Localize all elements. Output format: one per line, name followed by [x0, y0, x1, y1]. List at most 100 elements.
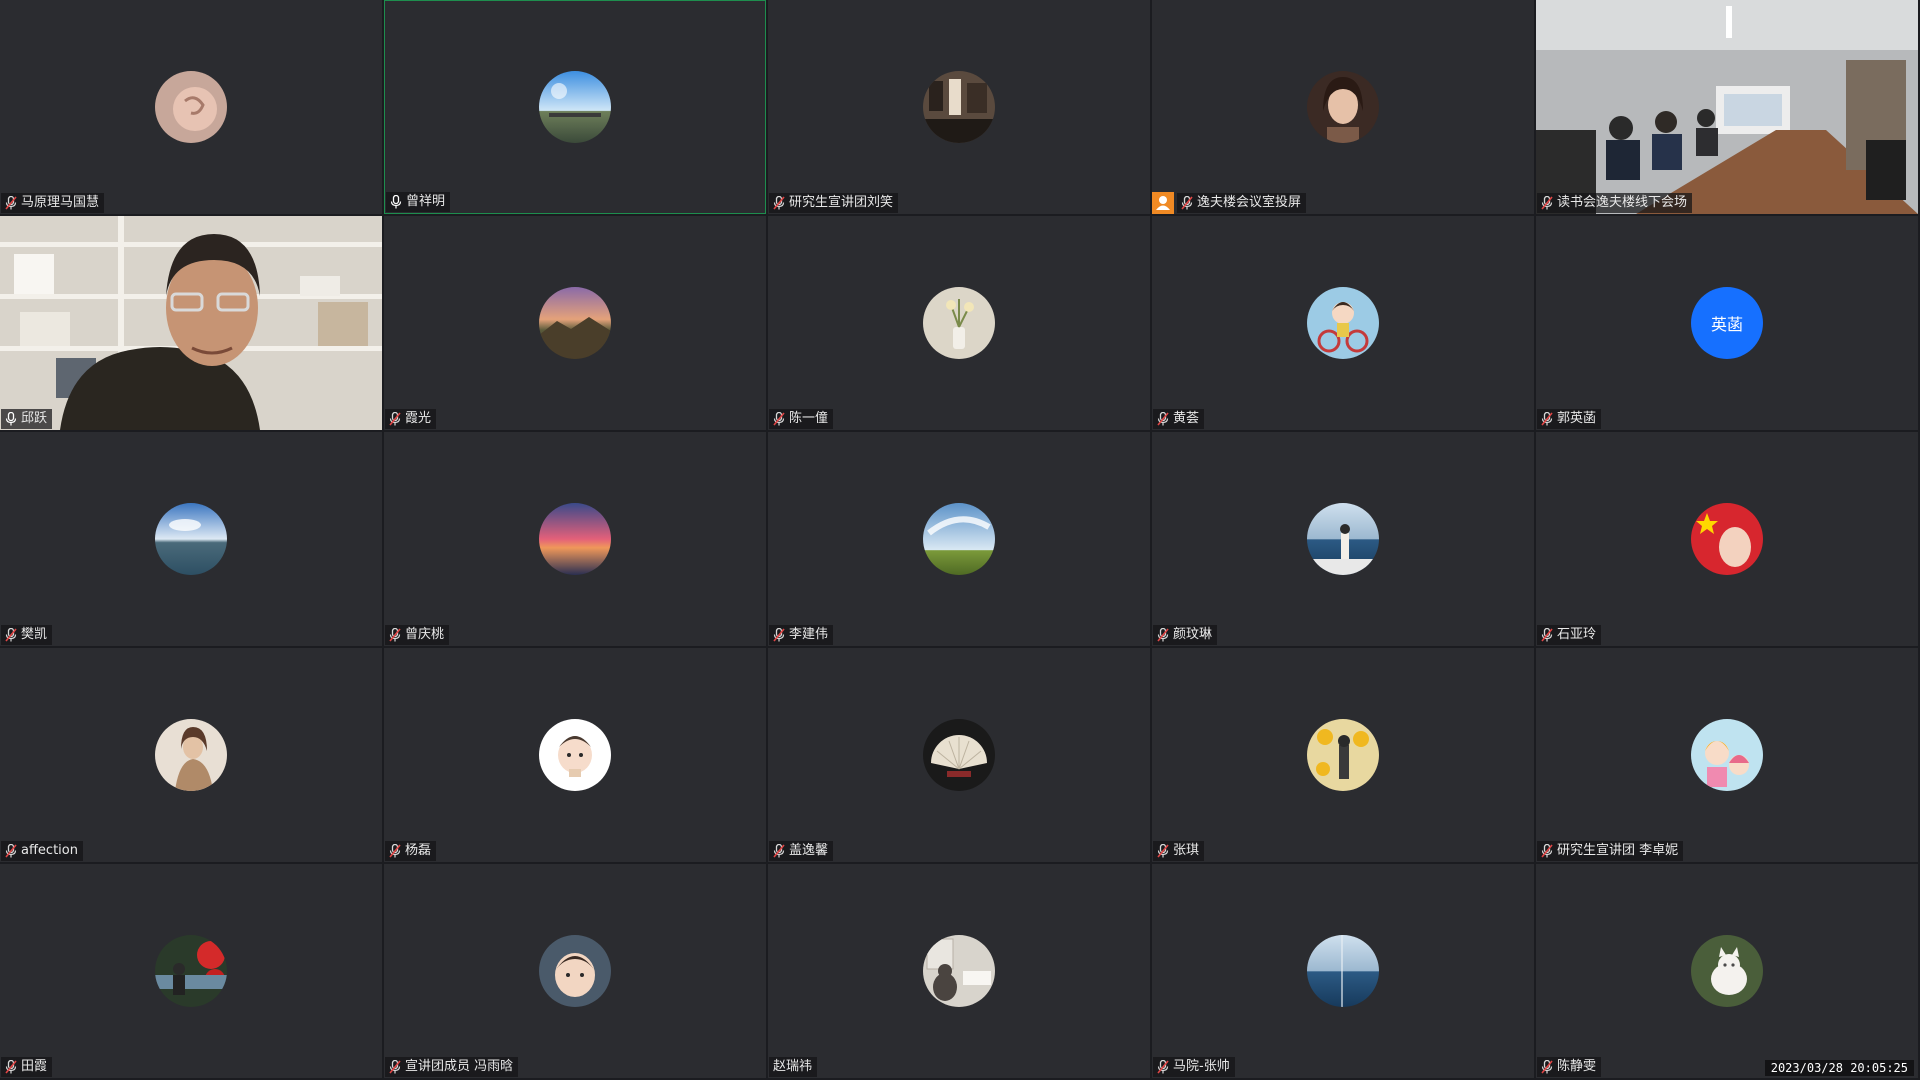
mic-muted-icon[interactable]: [5, 1059, 17, 1074]
mic-muted-icon[interactable]: [1541, 411, 1553, 426]
participant-name: 黄荟: [1173, 411, 1200, 426]
participant-tile[interactable]: 英菡郭英菡: [1536, 216, 1918, 430]
participant-tile[interactable]: 颜玟琳: [1152, 432, 1534, 646]
mic-muted-icon[interactable]: [5, 627, 17, 642]
participant-name: 陈静雯: [1557, 1059, 1597, 1074]
mic-icon[interactable]: [390, 194, 402, 209]
participant-name-tag: 邱跃: [1, 409, 53, 429]
participant-name: 田霞: [21, 1059, 48, 1074]
sunflower-girl-avatar: [1307, 719, 1379, 791]
cat-window-avatar: [923, 935, 995, 1007]
mic-muted-icon[interactable]: [5, 195, 17, 210]
cafe-scene-avatar: [923, 71, 995, 143]
participant-name: 陈一僮: [789, 411, 829, 426]
mic-muted-icon[interactable]: [389, 411, 401, 426]
conference-room-video: [1536, 0, 1918, 214]
mic-muted-icon[interactable]: [1541, 627, 1553, 642]
mic-muted-icon[interactable]: [773, 411, 785, 426]
participant-tile[interactable]: 曾祥明: [384, 0, 766, 214]
participant-name: 郭英菡: [1557, 411, 1597, 426]
participant-tile[interactable]: 读书会逸夫楼线下会场: [1536, 0, 1918, 214]
participant-tile[interactable]: 邱跃: [0, 216, 382, 430]
mic-muted-icon[interactable]: [1541, 1059, 1553, 1074]
participant-name-tag: 郭英菡: [1537, 409, 1602, 429]
portrait-ear-avatar: [155, 71, 227, 143]
participant-tile[interactable]: 田霞: [0, 864, 382, 1078]
participant-tile[interactable]: 逸夫楼会议室投屏: [1152, 0, 1534, 214]
participant-name-tag: 李建伟: [769, 625, 834, 645]
mic-muted-icon[interactable]: [773, 843, 785, 858]
flag-face-avatar: [1691, 503, 1763, 575]
mic-muted-icon[interactable]: [1181, 195, 1193, 210]
participant-tile[interactable]: 陈静雯: [1536, 864, 1918, 1078]
participant-tile[interactable]: 曾庆桃: [384, 432, 766, 646]
mic-muted-icon[interactable]: [773, 627, 785, 642]
participant-tile[interactable]: 研究生宣讲团刘笑: [768, 0, 1150, 214]
participant-name: 石亚玲: [1557, 627, 1597, 642]
mic-muted-icon[interactable]: [5, 843, 17, 858]
participant-name-tag: 樊凯: [1, 625, 53, 645]
text-avatar: 英菡: [1691, 287, 1763, 359]
mic-muted-icon[interactable]: [389, 627, 401, 642]
mic-icon[interactable]: [5, 411, 17, 426]
participant-tile[interactable]: 石亚玲: [1536, 432, 1918, 646]
beach-sky-avatar: [539, 71, 611, 143]
meeting-timestamp: 2023/03/28 20:05:25: [1764, 1060, 1914, 1076]
participant-tile[interactable]: 陈一僮: [768, 216, 1150, 430]
mic-muted-icon[interactable]: [1157, 843, 1169, 858]
participant-name: 张琪: [1173, 843, 1200, 858]
fan-art-avatar: [923, 719, 995, 791]
participant-name: 杨磊: [405, 843, 432, 858]
participant-tile[interactable]: 张琪: [1152, 648, 1534, 862]
woman-portrait-avatar: [1307, 71, 1379, 143]
participant-name-tag: 曾庆桃: [385, 625, 450, 645]
cartoon-girls-avatar: [1691, 719, 1763, 791]
participant-tile[interactable]: 樊凯: [0, 432, 382, 646]
sunset-sea-avatar: [539, 503, 611, 575]
participant-tile[interactable]: 黄荟: [1152, 216, 1534, 430]
participant-name-tag: 石亚玲: [1537, 625, 1602, 645]
participant-name: 宣讲团成员 冯雨晗: [405, 1059, 514, 1074]
participant-name-tag: 研究生宣讲团 李卓妮: [1537, 841, 1684, 861]
mic-muted-icon[interactable]: [1541, 843, 1553, 858]
participant-name: 霞光: [405, 411, 432, 426]
participant-name-tag: 陈一僮: [769, 409, 834, 429]
participant-grid: 马原理马国慧 曾祥明 研究生宣讲团刘笑 逸夫楼会议室投屏 读书会逸夫楼线下会场 邱跃 霞光陈…: [0, 0, 1920, 1080]
lake-sky-avatar: [155, 503, 227, 575]
participant-tile[interactable]: 赵瑞祎: [768, 864, 1150, 1078]
participant-tile[interactable]: 马院-张帅: [1152, 864, 1534, 1078]
participant-name-tag: 陈静雯: [1537, 1057, 1602, 1077]
participant-name-tag: 赵瑞祎: [769, 1057, 818, 1077]
sea-horizon-avatar: [1307, 935, 1379, 1007]
mic-muted-icon[interactable]: [1541, 195, 1553, 210]
mic-muted-icon[interactable]: [1157, 1059, 1169, 1074]
mountain-sunset-avatar: [539, 287, 611, 359]
participant-tile[interactable]: 宣讲团成员 冯雨晗: [384, 864, 766, 1078]
participant-name-tag: 张琪: [1153, 841, 1205, 861]
participant-name: 李建伟: [789, 627, 829, 642]
participant-name-tag: 曾祥明: [386, 192, 451, 212]
participant-tile[interactable]: 霞光: [384, 216, 766, 430]
participant-name-tag: 读书会逸夫楼线下会场: [1537, 193, 1693, 213]
participant-name-tag: 逸夫楼会议室投屏: [1177, 193, 1307, 213]
mic-muted-icon[interactable]: [389, 1059, 401, 1074]
participant-tile[interactable]: affection: [0, 648, 382, 862]
participant-tile[interactable]: 盖逸馨: [768, 648, 1150, 862]
participant-tile[interactable]: 杨磊: [384, 648, 766, 862]
mic-muted-icon[interactable]: [389, 843, 401, 858]
mic-muted-icon[interactable]: [1157, 411, 1169, 426]
participant-name: 邱跃: [21, 411, 48, 426]
participant-name: 曾祥明: [406, 194, 446, 209]
participant-tile[interactable]: 研究生宣讲团 李卓妮: [1536, 648, 1918, 862]
participant-name: 读书会逸夫楼线下会场: [1557, 195, 1688, 210]
participant-tile[interactable]: 马原理马国慧: [0, 0, 382, 214]
participant-name-tag: 田霞: [1, 1057, 53, 1077]
mic-muted-icon[interactable]: [1157, 627, 1169, 642]
white-cat-avatar: [1691, 935, 1763, 1007]
participant-name: 颜玟琳: [1173, 627, 1213, 642]
mic-muted-icon[interactable]: [773, 195, 785, 210]
participant-tile[interactable]: 李建伟: [768, 432, 1150, 646]
participant-name: 研究生宣讲团刘笑: [789, 195, 894, 210]
man-bookshelf-video: [0, 216, 382, 430]
participant-name: affection: [21, 843, 78, 858]
